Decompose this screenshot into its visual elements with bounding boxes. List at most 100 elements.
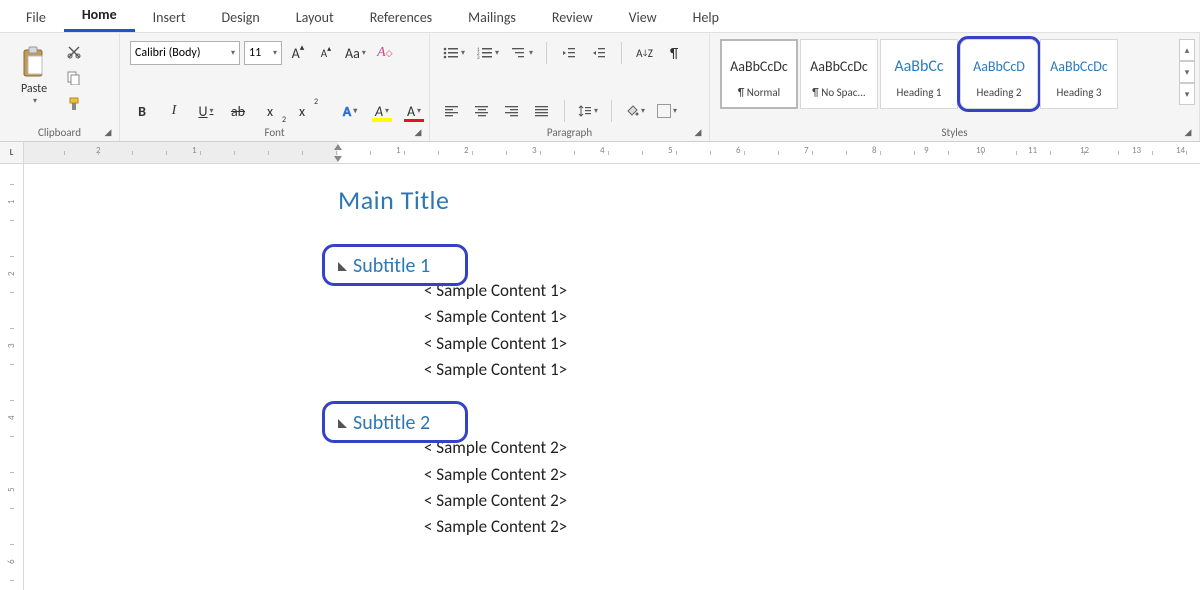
scissors-icon (67, 45, 81, 59)
subscript-button[interactable]: x (258, 99, 282, 123)
doc-subtitle[interactable]: Subtitle 1 (338, 254, 430, 278)
font-size-combo[interactable]: 11▾ (244, 41, 282, 65)
styles-launcher[interactable]: ◢ (1181, 125, 1195, 139)
copy-icon (67, 71, 81, 85)
cut-button[interactable] (62, 41, 86, 63)
vruler-mark: 1 (6, 199, 17, 204)
line-spacing-button[interactable]: ▾ (575, 99, 601, 123)
tab-home[interactable]: Home (64, 0, 135, 32)
doc-body-line[interactable]: < Sample Content 2> (424, 462, 1200, 488)
paste-button[interactable]: Paste ▾ (10, 41, 58, 111)
doc-body-line[interactable]: < Sample Content 1> (424, 331, 1200, 357)
brush-icon (67, 97, 81, 111)
superscript-button[interactable]: x (290, 99, 314, 123)
align-center-button[interactable] (470, 99, 494, 123)
style-preview: AaBbCcD (973, 50, 1025, 84)
align-right-button[interactable] (500, 99, 524, 123)
styles-more[interactable]: ▾ (1179, 83, 1195, 105)
font-name-value: Calibri (Body) (135, 46, 200, 60)
hruler-mark: 2 (464, 145, 469, 156)
vertical-ruler[interactable]: 123456 (0, 164, 24, 590)
shading-button[interactable]: ▾ (622, 99, 648, 123)
change-case-button[interactable]: Aa▾ (342, 41, 369, 65)
tab-view[interactable]: View (611, 3, 675, 32)
style--normal[interactable]: AaBbCcDc¶ Normal (720, 39, 798, 109)
group-clipboard: Paste ▾ Clipboard ◢ (0, 33, 120, 141)
font-launcher[interactable]: ◢ (411, 125, 425, 139)
style--no-spac-[interactable]: AaBbCcDc¶ No Spac... (800, 39, 878, 109)
tab-insert[interactable]: Insert (135, 3, 204, 32)
increase-indent-button[interactable] (587, 41, 611, 65)
align-left-button[interactable] (440, 99, 464, 123)
sort-button[interactable]: A↓Z (632, 41, 656, 65)
align-right-icon (505, 105, 519, 117)
indent-marker[interactable] (332, 144, 344, 162)
style-heading-2[interactable]: AaBbCcD Heading 2 (960, 39, 1038, 109)
separator (546, 42, 547, 64)
collapse-triangle-icon[interactable] (338, 262, 347, 271)
font-name-combo[interactable]: Calibri (Body)▾ (130, 41, 240, 65)
underline-button[interactable]: U▾ (194, 99, 218, 123)
doc-body-line[interactable]: < Sample Content 1> (424, 357, 1200, 383)
bullets-button[interactable]: ▾ (440, 41, 468, 65)
grow-font-button[interactable]: A▴ (286, 41, 310, 65)
tab-design[interactable]: Design (204, 3, 278, 32)
clipboard-launcher[interactable]: ◢ (101, 125, 115, 139)
clipboard-icon (20, 46, 48, 80)
tab-layout[interactable]: Layout (278, 3, 352, 32)
copy-button[interactable] (62, 67, 86, 89)
group-paragraph: ▾ 123▾ ▾ A↓Z ¶ ▾ ▾ ▾ Paragraph ◢ (430, 33, 710, 141)
style-heading-3[interactable]: AaBbCcDcHeading 3 (1040, 39, 1118, 109)
format-painter-button[interactable] (62, 93, 86, 115)
doc-subtitle[interactable]: Subtitle 2 (338, 411, 430, 435)
doc-body-line[interactable]: < Sample Content 1> (424, 304, 1200, 330)
style-preview: AaBbCcDc (1050, 50, 1108, 84)
styles-scroll-down[interactable]: ▾ (1179, 61, 1195, 83)
doc-body-line[interactable]: < Sample Content 1> (424, 278, 1200, 304)
style-name: Heading 1 (897, 86, 942, 99)
italic-button[interactable]: I (162, 99, 186, 123)
paragraph-launcher[interactable]: ◢ (691, 125, 705, 139)
hruler-mark: 4 (600, 145, 605, 156)
tab-selector[interactable]: L (0, 142, 24, 164)
style-preview: AaBbCc (894, 50, 943, 84)
svg-text:3: 3 (477, 55, 480, 60)
doc-body-line[interactable]: < Sample Content 2> (424, 514, 1200, 540)
justify-button[interactable] (530, 99, 554, 123)
tab-help[interactable]: Help (675, 3, 737, 32)
hruler-mark: 13 (1132, 145, 1141, 156)
doc-body-line[interactable]: < Sample Content 2> (424, 435, 1200, 461)
highlight-button[interactable]: A▾ (370, 99, 394, 123)
shrink-font-button[interactable]: A▴ (314, 41, 338, 65)
strikethrough-button[interactable]: ab (226, 99, 250, 123)
group-label-font: Font (120, 126, 429, 139)
document-page[interactable]: Main TitleSubtitle 1< Sample Content 1><… (204, 164, 1200, 590)
bullet-list-icon (443, 46, 459, 60)
multilevel-list-button[interactable]: ▾ (508, 41, 536, 65)
style-name: ¶ No Spac... (812, 86, 865, 99)
multilevel-list-icon (511, 46, 527, 60)
text-effects-button[interactable]: A▾ (338, 99, 362, 123)
tab-review[interactable]: Review (534, 3, 611, 32)
bold-button[interactable]: B (130, 99, 154, 123)
style-name: Heading 2 (977, 86, 1022, 99)
clear-formatting-button[interactable]: A◇ (373, 41, 397, 65)
decrease-indent-button[interactable] (557, 41, 581, 65)
group-label-paragraph: Paragraph (430, 126, 709, 139)
tab-references[interactable]: References (352, 3, 450, 32)
tab-mailings[interactable]: Mailings (450, 3, 534, 32)
doc-body-line[interactable]: < Sample Content 2> (424, 488, 1200, 514)
horizontal-ruler[interactable]: 21123456789101112131415 (24, 142, 1200, 164)
styles-scroll-up[interactable]: ▴ (1179, 39, 1195, 61)
doc-main-title[interactable]: Main Title (338, 184, 1200, 216)
vruler-mark: 3 (6, 343, 17, 348)
borders-button[interactable]: ▾ (654, 99, 680, 123)
style-heading-1[interactable]: AaBbCc Heading 1 (880, 39, 958, 109)
font-color-button[interactable]: A▾ (402, 99, 426, 123)
show-marks-button[interactable]: ¶ (662, 41, 686, 65)
vruler-mark: 6 (6, 559, 17, 564)
separator (621, 42, 622, 64)
collapse-triangle-icon[interactable] (338, 419, 347, 428)
tab-file[interactable]: File (8, 3, 64, 32)
numbering-button[interactable]: 123▾ (474, 41, 502, 65)
